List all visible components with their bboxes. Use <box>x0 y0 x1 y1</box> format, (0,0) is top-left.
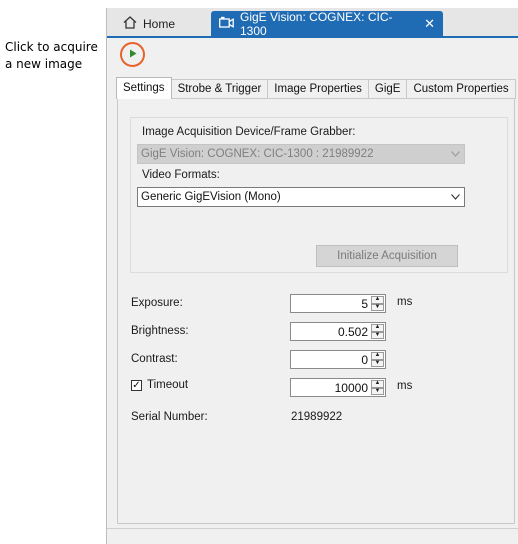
panel-bottom-divider <box>107 528 518 529</box>
exposure-unit: ms <box>397 296 413 308</box>
spin-up-icon[interactable]: ▲ <box>371 352 384 360</box>
video-formats-select-value: Generic GigEVision (Mono) <box>141 191 281 203</box>
tab-settings[interactable]: Settings <box>116 77 172 99</box>
spin-down-icon[interactable]: ▼ <box>371 359 384 367</box>
video-formats-label: Video Formats: <box>142 169 220 181</box>
settings-panel: Image Acquisition Device/Frame Grabber: … <box>117 98 515 524</box>
chevron-down-icon <box>451 192 460 202</box>
document-tab-strip: Home GigE Vision: COGNEX: CIC-1300 ✕ <box>107 8 518 38</box>
spin-up-icon[interactable]: ▲ <box>371 380 384 388</box>
acquire-image-button[interactable] <box>120 42 145 67</box>
home-icon <box>123 16 137 32</box>
timeout-label: Timeout <box>147 379 189 391</box>
settings-tab-bar: Settings Strobe & Trigger Image Properti… <box>116 77 516 99</box>
exposure-value: 5 <box>361 297 368 311</box>
app-window: Home GigE Vision: COGNEX: CIC-1300 ✕ Set… <box>107 8 518 544</box>
brightness-label: Brightness: <box>131 325 189 337</box>
contrast-value: 0 <box>361 353 368 367</box>
camera-icon <box>219 16 234 32</box>
serial-number-label: Serial Number: <box>131 411 208 423</box>
device-label: Image Acquisition Device/Frame Grabber: <box>142 126 356 138</box>
contrast-label: Contrast: <box>131 353 178 365</box>
tab-gige-vision[interactable]: GigE Vision: COGNEX: CIC-1300 ✕ <box>211 9 443 38</box>
spin-down-icon[interactable]: ▼ <box>371 331 384 339</box>
tab-gige-vision-label: GigE Vision: COGNEX: CIC-1300 <box>240 9 393 38</box>
callout-line-2: a new image <box>5 57 83 71</box>
tab-custom-properties[interactable]: Custom Properties <box>406 79 516 99</box>
tab-image-properties[interactable]: Image Properties <box>267 79 369 99</box>
chevron-down-icon <box>451 149 460 159</box>
close-icon[interactable]: ✕ <box>424 16 435 32</box>
spin-down-icon[interactable]: ▼ <box>371 303 384 311</box>
initialize-acquisition-button: Initialize Acquisition <box>316 245 458 267</box>
serial-number-value: 21989922 <box>291 411 343 423</box>
timeout-spinbox[interactable]: 10000 ▲ ▼ <box>290 378 386 397</box>
brightness-spinbox[interactable]: 0.502 ▲ ▼ <box>290 322 386 341</box>
toolbar <box>107 38 518 74</box>
tab-home-label: Home <box>143 17 176 31</box>
callout-line-1: Click to acquire <box>5 40 98 54</box>
acquisition-device-group: Image Acquisition Device/Frame Grabber: … <box>130 117 508 273</box>
exposure-label: Exposure: <box>131 297 183 309</box>
callout-annotation: Click to acquire a new image <box>5 39 105 73</box>
spin-up-icon[interactable]: ▲ <box>371 324 384 332</box>
spin-up-icon[interactable]: ▲ <box>371 296 384 304</box>
video-formats-select[interactable]: Generic GigEVision (Mono) <box>137 187 465 207</box>
exposure-spinbox[interactable]: 5 ▲ ▼ <box>290 294 386 313</box>
timeout-checkbox[interactable]: ✓ <box>131 380 142 391</box>
spin-down-icon[interactable]: ▼ <box>371 387 384 395</box>
timeout-unit: ms <box>397 380 413 392</box>
device-select: GigE Vision: COGNEX: CIC-1300 : 21989922 <box>137 144 465 164</box>
play-icon <box>129 49 137 61</box>
timeout-value: 10000 <box>334 381 368 395</box>
tab-strobe-trigger[interactable]: Strobe & Trigger <box>170 79 269 99</box>
tab-home[interactable]: Home <box>115 12 207 36</box>
brightness-value: 0.502 <box>337 325 368 339</box>
contrast-spinbox[interactable]: 0 ▲ ▼ <box>290 350 386 369</box>
device-select-value: GigE Vision: COGNEX: CIC-1300 : 21989922 <box>141 148 374 160</box>
tab-gige[interactable]: GigE <box>367 79 408 99</box>
